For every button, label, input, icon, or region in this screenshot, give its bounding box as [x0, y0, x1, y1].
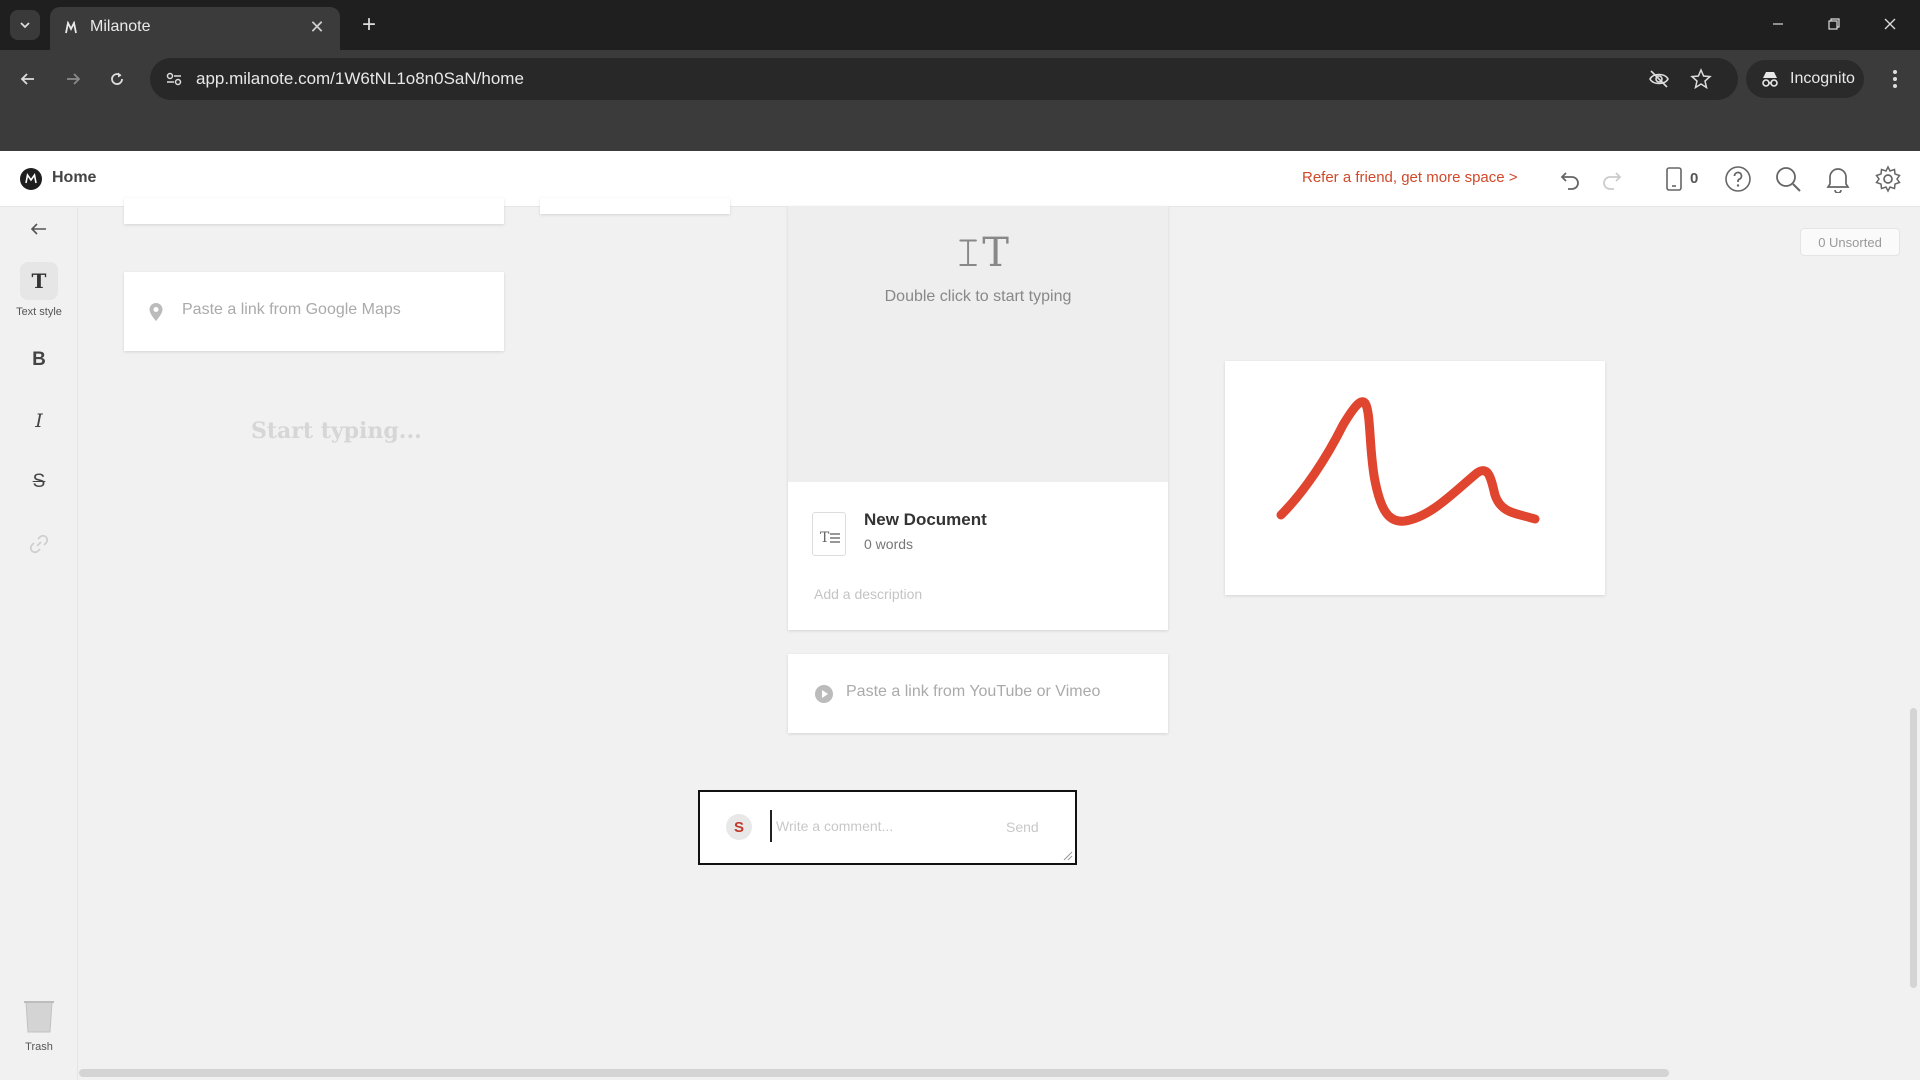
document-card[interactable]: 𝙸T Double click to start typing T New Do… — [788, 206, 1168, 630]
text-style-icon: T — [31, 269, 47, 293]
tab-close-icon[interactable]: ✕ — [306, 16, 328, 38]
url-text[interactable]: app.milanote.com/1W6tNL1o8n0SaN/home — [196, 69, 524, 89]
search-button[interactable] — [1774, 165, 1802, 193]
chevron-down-icon — [20, 22, 30, 29]
link-button[interactable] — [24, 529, 54, 559]
forward-button[interactable] — [58, 64, 88, 94]
strikethrough-icon: S — [32, 471, 46, 492]
redo-button[interactable] — [1598, 165, 1626, 193]
strikethrough-button[interactable]: S — [24, 467, 54, 497]
device-sync-button[interactable] — [1660, 165, 1688, 193]
tab-strip: Milanote ✕ + — [0, 0, 1920, 50]
trash-icon[interactable] — [22, 999, 56, 1035]
comment-input[interactable] — [770, 810, 998, 842]
minimize-button[interactable] — [1758, 8, 1798, 40]
unsorted-badge[interactable]: 0 Unsorted — [1800, 228, 1900, 256]
close-window-button[interactable] — [1870, 8, 1910, 40]
help-button[interactable] — [1724, 165, 1752, 193]
board-canvas[interactable]: Paste a link from Google Maps Start typi… — [79, 198, 1920, 1080]
document-preview[interactable]: 𝙸T Double click to start typing — [788, 206, 1168, 482]
italic-button[interactable]: I — [24, 406, 54, 436]
collapse-arrow-left-icon[interactable] — [28, 219, 50, 239]
breadcrumb-home[interactable]: Home — [52, 169, 96, 187]
notifications-button[interactable] — [1824, 165, 1852, 193]
bell-icon — [1826, 168, 1850, 193]
incognito-icon — [1762, 72, 1778, 87]
help-icon — [1725, 166, 1751, 192]
gear-icon — [1875, 165, 1901, 193]
restore-button[interactable] — [1814, 8, 1854, 40]
browser-chrome: Milanote ✕ + app.milanote.com/1W6tNL1o8n… — [0, 0, 1920, 151]
milanote-favicon-icon — [65, 21, 77, 34]
video-link-placeholder[interactable]: Paste a link from YouTube or Vimeo — [846, 683, 1100, 701]
video-link-card[interactable]: Paste a link from YouTube or Vimeo — [788, 654, 1168, 733]
arrow-left-icon — [20, 73, 34, 85]
refer-friend-link[interactable]: Refer a friend, get more space > — [1302, 169, 1518, 186]
sketch-drawing — [1276, 397, 1540, 526]
incognito-profile-button[interactable]: Incognito — [1746, 60, 1864, 98]
horizontal-scrollbar[interactable] — [79, 1069, 1669, 1077]
document-hint: Double click to start typing — [884, 288, 1072, 305]
new-tab-button[interactable]: + — [354, 10, 384, 40]
redo-icon — [1603, 172, 1622, 190]
milanote-logo-icon[interactable] — [20, 168, 42, 190]
search-icon — [1776, 167, 1801, 192]
tracking-protection-eye-off-icon[interactable] — [1648, 68, 1670, 90]
bold-button[interactable]: B — [24, 345, 54, 375]
arrow-right-icon — [67, 73, 81, 85]
svg-text:T: T — [820, 530, 830, 546]
address-bar[interactable]: app.milanote.com/1W6tNL1o8n0SaN/home — [150, 58, 1738, 100]
comment-composer: S Send — [698, 790, 1077, 865]
back-button[interactable] — [13, 64, 43, 94]
italic-icon: I — [35, 410, 43, 432]
link-icon — [29, 534, 49, 554]
browser-toolbar: app.milanote.com/1W6tNL1o8n0SaN/home Inc… — [0, 50, 1920, 108]
mobile-device-icon — [1666, 167, 1682, 191]
play-circle-icon — [815, 685, 833, 703]
restore-icon — [1828, 18, 1840, 30]
text-style-label: Text style — [16, 306, 62, 318]
map-link-card[interactable]: Paste a link from Google Maps — [124, 272, 504, 351]
sketch-card[interactable] — [1225, 361, 1605, 595]
note-start-typing[interactable]: Start typing... — [251, 418, 422, 444]
tab-title: Milanote — [90, 18, 151, 35]
close-icon — [1884, 18, 1896, 30]
avatar: S — [726, 814, 752, 840]
card-partial-top-left[interactable] — [124, 198, 504, 224]
browser-menu-button[interactable] — [1880, 64, 1910, 94]
tool-rail: T Text style B I S Trash — [0, 207, 78, 1080]
bookmark-star-icon[interactable] — [1690, 68, 1712, 90]
site-settings-icon[interactable] — [164, 69, 184, 89]
vertical-scrollbar[interactable] — [1910, 708, 1917, 988]
browser-tab-milanote[interactable]: Milanote ✕ — [50, 7, 340, 50]
trash-label: Trash — [25, 1041, 53, 1053]
document-icon: T — [812, 512, 846, 556]
text-cursor-icon: 𝙸T — [954, 230, 1009, 276]
device-count: 0 — [1690, 170, 1699, 187]
more-vertical-icon — [1893, 70, 1897, 88]
resize-handle-icon[interactable] — [1061, 849, 1073, 861]
map-link-placeholder[interactable]: Paste a link from Google Maps — [182, 301, 401, 319]
card-partial-top-middle[interactable] — [540, 198, 730, 214]
reload-icon — [111, 72, 123, 85]
document-word-count: 0 words — [864, 536, 914, 552]
tab-search-button[interactable] — [10, 10, 40, 40]
document-description-placeholder[interactable]: Add a description — [814, 586, 922, 602]
undo-icon — [1560, 172, 1579, 190]
incognito-label: Incognito — [1790, 70, 1855, 87]
text-style-button[interactable]: T — [20, 262, 58, 300]
bold-icon: B — [32, 349, 46, 370]
send-button[interactable]: Send — [1006, 819, 1039, 835]
settings-button[interactable] — [1874, 165, 1902, 193]
minimize-icon — [1773, 23, 1783, 25]
undo-button[interactable] — [1556, 165, 1584, 193]
map-pin-icon — [149, 303, 163, 321]
reload-button[interactable] — [102, 64, 132, 94]
document-title[interactable]: New Document — [864, 510, 987, 530]
